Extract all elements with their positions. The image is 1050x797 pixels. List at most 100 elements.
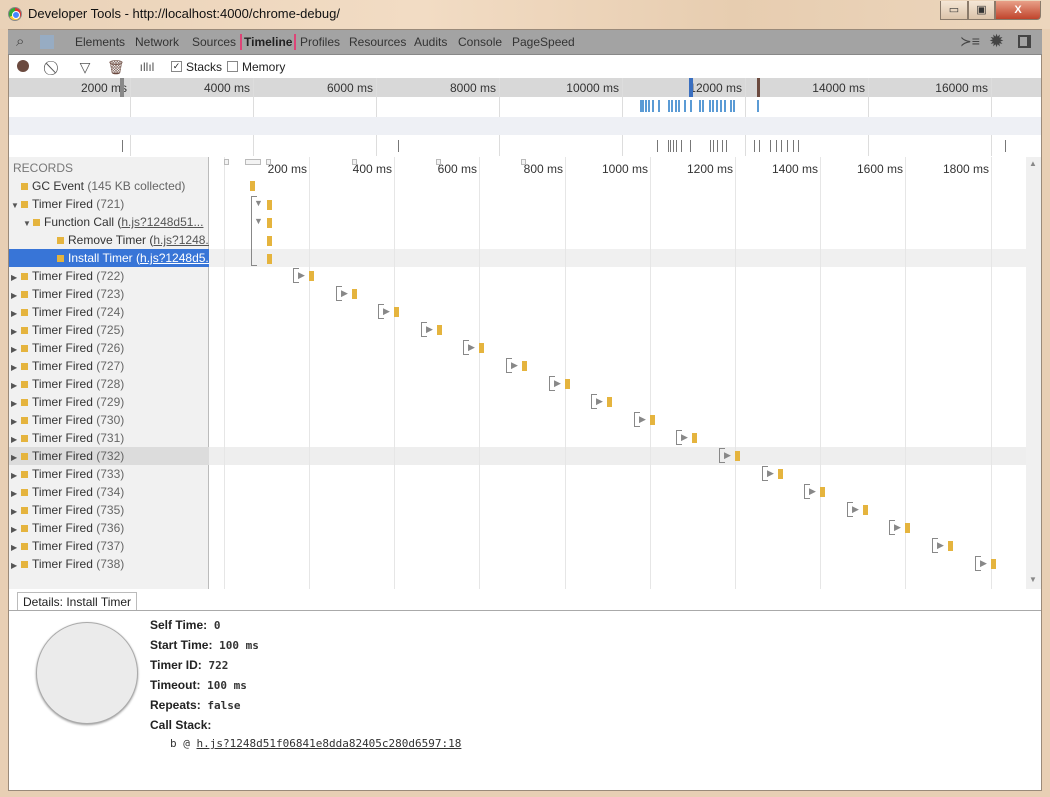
expand-toggle-icon[interactable]: ▶ <box>11 287 21 303</box>
record-row[interactable]: ▶ Timer Fired (731) <box>9 429 209 447</box>
stack-link[interactable]: h.js?1248d51f06841e8dda82405c280d6597:18 <box>197 737 462 750</box>
record-row[interactable]: ▶ Timer Fired (726) <box>9 339 209 357</box>
record-link[interactable]: h.js?1248d51... <box>121 215 203 229</box>
tab-network[interactable]: Network <box>131 30 183 54</box>
record-row[interactable]: ▶ Timer Fired (723) <box>9 285 209 303</box>
record-bar[interactable] <box>905 523 910 533</box>
expand-toggle-icon[interactable]: ▶ <box>11 341 21 357</box>
record-row[interactable]: ▶ Timer Fired (736) <box>9 519 209 537</box>
record-row[interactable]: ▶ Timer Fired (735) <box>9 501 209 519</box>
record-bar[interactable] <box>692 433 697 443</box>
expand-arrow-icon[interactable]: ▶ <box>298 270 305 281</box>
record-bar[interactable] <box>309 271 314 281</box>
record-row[interactable]: ▶ Timer Fired (727) <box>9 357 209 375</box>
minimize-button[interactable]: ▭ <box>940 1 968 20</box>
record-bar[interactable] <box>479 343 484 353</box>
expand-arrow-icon[interactable]: ▶ <box>468 342 475 353</box>
record-bar[interactable] <box>267 200 272 210</box>
tab-audits[interactable]: Audits <box>410 30 451 54</box>
overview-left-handle[interactable] <box>120 78 124 97</box>
expand-arrow-icon[interactable]: ▶ <box>894 522 901 533</box>
dock-icon[interactable] <box>1018 35 1031 48</box>
gc-bar[interactable] <box>250 181 255 191</box>
expand-arrow-icon[interactable]: ▶ <box>554 378 561 389</box>
expand-arrow-icon[interactable]: ▶ <box>937 540 944 551</box>
expand-toggle-icon[interactable]: ▶ <box>11 485 21 501</box>
expand-arrow-icon[interactable]: ▶ <box>639 414 646 425</box>
expand-arrow-icon[interactable]: ▶ <box>341 288 348 299</box>
record-bar[interactable] <box>650 415 655 425</box>
expand-toggle-icon[interactable]: ▶ <box>11 269 21 285</box>
record-bar[interactable] <box>863 505 868 515</box>
record-row[interactable]: Install Timer (h.js?1248d5... <box>9 249 209 267</box>
maximize-button[interactable]: ▣ <box>968 1 995 20</box>
expand-arrow-icon[interactable]: ▶ <box>852 504 859 515</box>
record-row[interactable]: ▶ Timer Fired (728) <box>9 375 209 393</box>
expand-toggle-icon[interactable]: ▶ <box>11 539 21 555</box>
expand-toggle-icon[interactable]: ▶ <box>11 377 21 393</box>
tab-pagespeed[interactable]: PageSpeed <box>508 30 579 54</box>
expand-toggle-icon[interactable]: ▶ <box>11 323 21 339</box>
expand-arrow-icon[interactable]: ▶ <box>681 432 688 443</box>
record-icon[interactable] <box>17 60 29 72</box>
expand-toggle-icon[interactable]: ▶ <box>11 467 21 483</box>
console-drawer-icon[interactable]: ≻≡ <box>960 33 980 50</box>
expand-arrow-icon[interactable]: ▶ <box>980 558 987 569</box>
trash-icon[interactable]: 🗑 <box>107 59 125 75</box>
record-bar[interactable] <box>820 487 825 497</box>
record-row[interactable]: ▶ Timer Fired (730) <box>9 411 209 429</box>
filter-icon[interactable]: ▽ <box>77 59 93 75</box>
record-bar[interactable] <box>267 218 272 228</box>
close-button[interactable]: X <box>995 1 1041 20</box>
expand-toggle-icon[interactable]: ▼ <box>23 215 33 231</box>
record-link[interactable]: h.js?1248... <box>153 233 209 247</box>
record-bar[interactable] <box>565 379 570 389</box>
record-row[interactable]: ▶ Timer Fired (733) <box>9 465 209 483</box>
record-row[interactable]: ▼ Function Call (h.js?1248d51... <box>9 213 209 231</box>
record-row[interactable]: ▶ Timer Fired (724) <box>9 303 209 321</box>
expand-toggle-icon[interactable]: ▶ <box>11 359 21 375</box>
record-bar[interactable] <box>437 325 442 335</box>
record-bar[interactable] <box>394 307 399 317</box>
expand-toggle-icon[interactable]: ▶ <box>11 557 21 573</box>
record-row[interactable]: ▶ Timer Fired (732) <box>9 447 209 465</box>
record-row[interactable]: ▶ Timer Fired (722) <box>9 267 209 285</box>
expand-toggle-icon[interactable]: ▶ <box>11 449 21 465</box>
expand-arrow-icon[interactable]: ▶ <box>809 486 816 497</box>
expand-toggle-icon[interactable]: ▶ <box>11 413 21 429</box>
inspect-icon[interactable] <box>40 35 54 49</box>
expand-arrow-icon[interactable]: ▶ <box>383 306 390 317</box>
record-bar[interactable] <box>778 469 783 479</box>
tab-timeline[interactable]: Timeline <box>240 34 297 50</box>
expand-toggle-icon[interactable]: ▶ <box>11 305 21 321</box>
expand-arrow-icon[interactable]: ▶ <box>767 468 774 479</box>
record-bar[interactable] <box>522 361 527 371</box>
expand-toggle-icon[interactable]: ▼ <box>11 197 21 213</box>
expand-toggle-icon[interactable]: ▶ <box>11 395 21 411</box>
record-row[interactable]: ▼ Timer Fired (721) <box>9 195 209 213</box>
collapse-arrow-icon[interactable]: ▼ <box>254 198 263 208</box>
overview-ruler[interactable] <box>9 78 1041 97</box>
details-tab[interactable]: Details: Install Timer <box>17 592 138 611</box>
tab-elements[interactable]: Elements <box>71 30 129 54</box>
record-row[interactable]: GC Event (145 KB collected) <box>9 177 209 195</box>
record-row[interactable]: Remove Timer (h.js?1248... <box>9 231 209 249</box>
expand-toggle-icon[interactable]: ▶ <box>11 431 21 447</box>
record-row[interactable]: ▶ Timer Fired (729) <box>9 393 209 411</box>
gear-icon[interactable]: ✹ <box>989 31 1004 52</box>
search-icon[interactable]: ⌕ <box>16 33 24 50</box>
record-bar[interactable] <box>607 397 612 407</box>
expand-arrow-icon[interactable]: ▶ <box>511 360 518 371</box>
record-bar[interactable] <box>735 451 740 461</box>
record-bar[interactable] <box>267 254 272 264</box>
record-row[interactable]: ▶ Timer Fired (737) <box>9 537 209 555</box>
tab-console[interactable]: Console <box>454 30 506 54</box>
memory-checkbox[interactable] <box>227 61 238 72</box>
collapse-arrow-icon[interactable]: ▼ <box>254 216 263 226</box>
expand-arrow-icon[interactable]: ▶ <box>426 324 433 335</box>
record-bar[interactable] <box>267 236 272 246</box>
tab-sources[interactable]: Sources <box>188 30 240 54</box>
tab-profiles[interactable]: Profiles <box>296 30 344 54</box>
expand-arrow-icon[interactable]: ▶ <box>596 396 603 407</box>
record-row[interactable]: ▶ Timer Fired (725) <box>9 321 209 339</box>
